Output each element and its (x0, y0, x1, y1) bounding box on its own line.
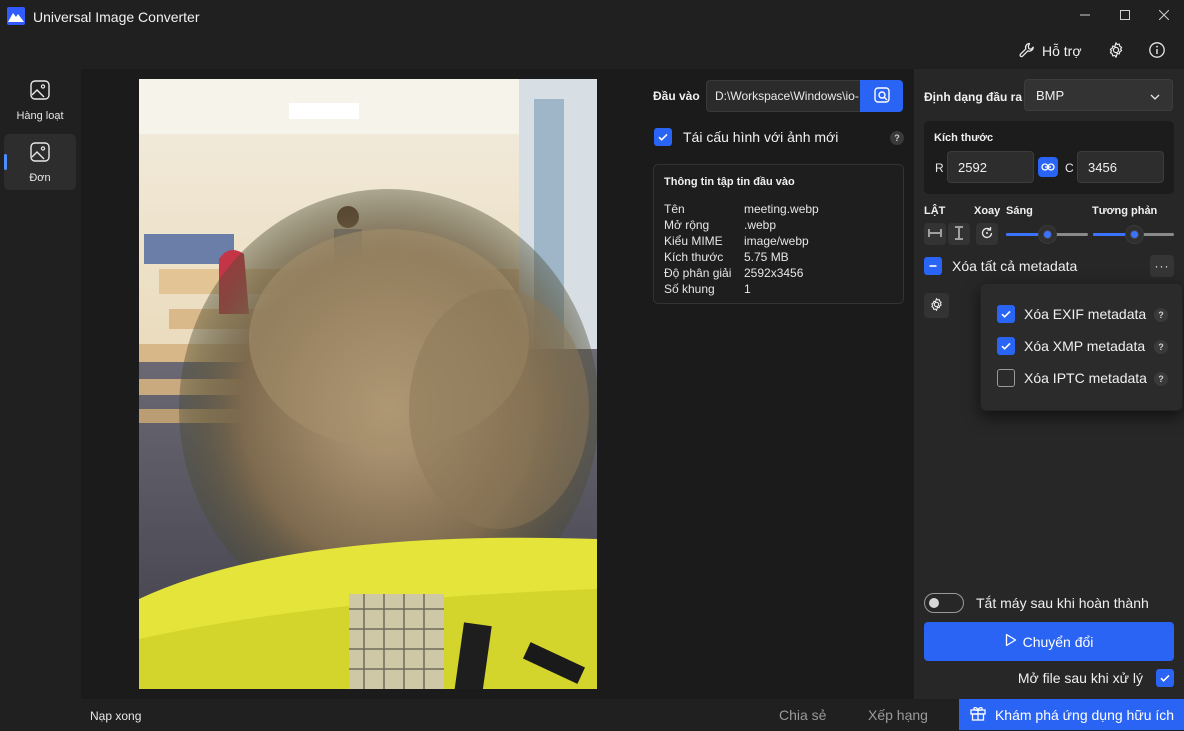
info-icon (1148, 41, 1166, 62)
file-info-card: Thông tin tập tin đầu vào Tên meeting.web… (653, 164, 904, 304)
info-row-extension: Mở rộng .webp (664, 218, 777, 232)
aspect-lock-button[interactable] (1038, 157, 1058, 177)
convert-label: Chuyển đổi (1022, 633, 1094, 650)
close-button[interactable] (1142, 0, 1184, 30)
brightness-slider-thumb[interactable] (1039, 226, 1056, 243)
convert-button[interactable]: Chuyển đổi (924, 622, 1174, 661)
exif-label: Xóa EXIF metadata (1024, 306, 1147, 322)
rotate-button[interactable] (976, 223, 998, 245)
flip-horizontal-button[interactable] (924, 223, 946, 245)
gear-icon (929, 297, 944, 315)
iptc-label: Xóa IPTC metadata (1024, 370, 1147, 386)
iptc-checkbox[interactable] (997, 369, 1015, 387)
info-row-size: Kích thước 5.75 MB (664, 250, 789, 264)
file-search-icon (872, 85, 892, 108)
flip-label: LẬT (924, 205, 946, 217)
gift-icon (969, 705, 987, 724)
brightness-slider[interactable] (1006, 226, 1088, 243)
image-preview (139, 79, 597, 689)
size-title: Kích thước (934, 132, 994, 144)
help-icon[interactable]: ? (1154, 372, 1168, 386)
info-row-resolution: Độ phân giải 2592x3456 (664, 266, 804, 280)
chevron-down-icon (1150, 90, 1160, 105)
contrast-label: Tương phản (1092, 205, 1158, 217)
metadata-more-button[interactable]: ··· (1150, 255, 1174, 277)
settings-button[interactable] (1105, 40, 1127, 62)
remove-metadata-option[interactable]: Xóa tất cả metadata (924, 257, 1077, 275)
discover-apps-button[interactable]: Khám phá ứng dụng hữu ích (959, 699, 1184, 730)
image-stack-icon (29, 79, 51, 104)
play-icon (1005, 633, 1017, 650)
side-nav: Hàng loạt Đơn (4, 72, 76, 196)
shutdown-toggle[interactable] (924, 593, 964, 613)
gear-icon (1107, 41, 1125, 62)
output-format-label: Định dạng đầu ra (924, 90, 1023, 104)
maximize-button[interactable] (1103, 0, 1147, 30)
browse-file-button[interactable] (860, 80, 903, 112)
rate-link[interactable]: Xếp hạng (868, 707, 928, 723)
exif-checkbox[interactable] (997, 305, 1015, 323)
info-row-frames: Số khung 1 (664, 282, 751, 296)
metadata-popup: Xóa EXIF metadata ? Xóa XMP metadata ? X… (980, 283, 1183, 411)
share-link[interactable]: Chia sẻ (779, 707, 826, 723)
output-format-value: BMP (1036, 88, 1065, 103)
file-info-title: Thông tin tập tin đầu vào (664, 176, 795, 188)
support-label: Hỗ trợ (1042, 43, 1082, 59)
link-icon (1041, 160, 1055, 175)
advanced-settings-button[interactable] (924, 293, 949, 318)
support-button[interactable]: Hỗ trợ (1018, 40, 1082, 62)
size-card: Kích thước R 2592 C 3456 (924, 121, 1174, 194)
open-after-checkbox[interactable] (1156, 669, 1174, 687)
exif-option[interactable]: Xóa EXIF metadata (997, 305, 1146, 323)
app-logo-icon (7, 7, 25, 25)
nav-item-label: Đơn (29, 171, 51, 184)
reconfig-label: Tái cấu hình với ảnh mới (683, 129, 839, 145)
app-title: Universal Image Converter (33, 9, 200, 25)
xmp-label: Xóa XMP metadata (1024, 338, 1146, 354)
width-input[interactable]: 2592 (947, 151, 1034, 183)
help-icon[interactable]: ? (890, 131, 904, 145)
main-panel: Đầu vào D:\Workspace\Windows\io- Tái cấu… (81, 69, 914, 699)
flip-horizontal-icon (928, 226, 942, 243)
flip-vertical-button[interactable] (948, 223, 970, 245)
shutdown-option[interactable]: Tắt máy sau khi hoàn thành (924, 593, 1149, 613)
title-bar: Universal Image Converter (0, 0, 1184, 34)
nav-item-single[interactable]: Đơn (4, 134, 76, 190)
input-path-field[interactable]: D:\Workspace\Windows\io- (706, 80, 860, 112)
info-row-mime: Kiểu MIME image/webp (664, 234, 809, 248)
height-input[interactable]: 3456 (1077, 151, 1164, 183)
flip-vertical-icon (952, 225, 966, 243)
open-after-option[interactable]: Mở file sau khi xử lý (1018, 669, 1174, 687)
output-format-select[interactable]: BMP (1024, 79, 1173, 111)
discover-label: Khám phá ứng dụng hữu ích (994, 706, 1175, 723)
rotate-label: Xoay (974, 205, 1001, 217)
status-bar: Nạp xong Chia sẻ Xếp hạng Khám phá ứng d… (0, 699, 1184, 731)
brightness-label: Sáng (1006, 205, 1033, 217)
remove-metadata-label: Xóa tất cả metadata (952, 258, 1078, 274)
shutdown-label: Tắt máy sau khi hoàn thành (976, 595, 1149, 611)
xmp-option[interactable]: Xóa XMP metadata (997, 337, 1145, 355)
minimize-button[interactable] (1063, 0, 1107, 30)
wrench-icon (1018, 41, 1036, 62)
status-text: Nạp xong (90, 709, 142, 723)
info-row-name: Tên meeting.webp (664, 202, 819, 216)
nav-item-batch[interactable]: Hàng loạt (4, 72, 76, 128)
reconfig-checkbox[interactable] (654, 128, 672, 146)
open-after-label: Mở file sau khi xử lý (1017, 670, 1143, 686)
help-icon[interactable]: ? (1154, 340, 1168, 354)
image-icon (29, 141, 51, 166)
reconfig-option[interactable]: Tái cấu hình với ảnh mới (654, 128, 838, 146)
contrast-slider[interactable] (1093, 226, 1174, 243)
iptc-option[interactable]: Xóa IPTC metadata (997, 369, 1147, 387)
about-button[interactable] (1146, 40, 1168, 62)
contrast-slider-thumb[interactable] (1126, 226, 1143, 243)
help-icon[interactable]: ? (1154, 308, 1168, 322)
remove-all-metadata-checkbox[interactable] (924, 257, 942, 275)
rotate-icon (980, 226, 994, 243)
height-label: C (1065, 161, 1074, 175)
input-label: Đầu vào (653, 89, 700, 103)
width-label: R (935, 161, 944, 175)
nav-item-label: Hàng loạt (16, 109, 64, 122)
xmp-checkbox[interactable] (997, 337, 1015, 355)
